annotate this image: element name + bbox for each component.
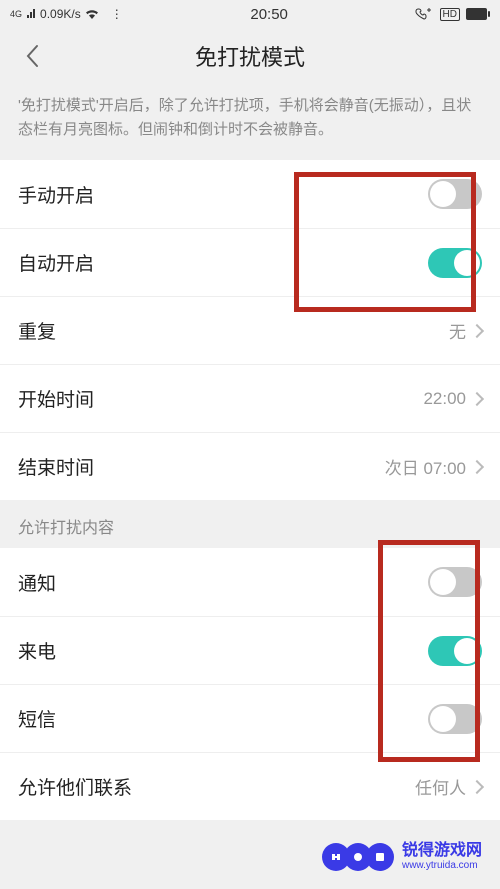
row-label: 开始时间 <box>18 385 94 412</box>
page-description: '免打扰模式'开启后，除了允许打扰项，手机将会静音(无振动），且状态栏有月亮图标… <box>0 84 500 160</box>
row-start-time[interactable]: 开始时间 22:00 <box>0 364 500 432</box>
row-label: 手动开启 <box>18 181 94 208</box>
toggle-calls[interactable] <box>428 636 482 666</box>
back-icon <box>25 44 39 68</box>
row-value: 无 <box>449 318 466 343</box>
page-header: 免打扰模式 <box>0 28 500 84</box>
chevron-right-icon <box>470 459 484 473</box>
row-label: 通知 <box>18 569 56 596</box>
signal-icon <box>26 9 36 19</box>
phone-icon <box>414 7 434 21</box>
status-dots: ⋮ <box>103 7 125 21</box>
row-auto-enable[interactable]: 自动开启 <box>0 228 500 296</box>
row-repeat[interactable]: 重复 无 <box>0 296 500 364</box>
row-sms[interactable]: 短信 <box>0 684 500 752</box>
toggle-auto[interactable] <box>428 248 482 278</box>
toggle-manual[interactable] <box>428 179 482 209</box>
toggle-sms[interactable] <box>428 704 482 734</box>
section-header-allow: 允许打扰内容 <box>0 500 500 548</box>
row-allow-contacts[interactable]: 允许他们联系 任何人 <box>0 752 500 820</box>
row-notifications[interactable]: 通知 <box>0 548 500 616</box>
status-time: 20:50 <box>125 6 414 23</box>
row-label: 结束时间 <box>18 453 94 480</box>
chevron-right-icon <box>470 391 484 405</box>
settings-list-1: 手动开启 自动开启 重复 无 开始时间 22:00 结束时间 次日 07:00 <box>0 160 500 500</box>
battery-icon <box>466 8 490 20</box>
row-value: 任何人 <box>415 774 466 799</box>
status-bar: 4G 0.09K/s ⋮ 20:50 HD <box>0 0 500 28</box>
row-end-time[interactable]: 结束时间 次日 07:00 <box>0 432 500 500</box>
back-button[interactable] <box>16 40 48 72</box>
row-label: 允许他们联系 <box>18 773 132 800</box>
watermark-url: www.ytruida.com <box>402 860 482 871</box>
wifi-icon <box>85 9 99 19</box>
network-speed-label: 0.09K/s <box>40 7 81 21</box>
row-value: 次日 07:00 <box>385 454 466 479</box>
watermark-brand: 锐得游戏网 <box>402 842 482 860</box>
row-calls[interactable]: 来电 <box>0 616 500 684</box>
chevron-right-icon <box>470 779 484 793</box>
row-label: 自动开启 <box>18 249 94 276</box>
watermark-badge-icon <box>366 843 394 871</box>
row-label: 短信 <box>18 705 56 732</box>
row-value: 22:00 <box>423 389 466 409</box>
network-type-label: 4G <box>10 9 22 19</box>
watermark: 锐得游戏网 www.ytruida.com <box>322 842 482 871</box>
page-title: 免打扰模式 <box>195 40 305 72</box>
settings-list-2: 通知 来电 短信 允许他们联系 任何人 <box>0 548 500 820</box>
row-manual-enable[interactable]: 手动开启 <box>0 160 500 228</box>
row-label: 重复 <box>18 317 56 344</box>
chevron-right-icon <box>470 323 484 337</box>
row-label: 来电 <box>18 637 56 664</box>
hd-label: HD <box>440 8 460 21</box>
toggle-notifications[interactable] <box>428 567 482 597</box>
